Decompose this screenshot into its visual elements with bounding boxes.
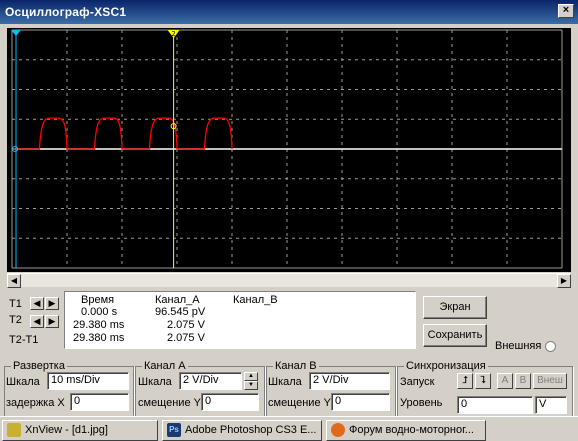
readout-header-ch-b: Канал_B <box>233 294 278 306</box>
close-button[interactable]: × <box>558 4 574 18</box>
channel-b-scale-field[interactable]: 2 V/Div <box>309 372 390 390</box>
channel-a-title: Канал А <box>142 360 188 372</box>
timebase-scale-label: Шкала <box>6 376 40 388</box>
channel-b-title: Канал В <box>273 360 319 372</box>
t1-right-button[interactable]: ▶ <box>45 297 59 310</box>
cursor-t1-label: T1 <box>9 298 22 310</box>
oscilloscope-screen[interactable]: 2 <box>7 28 571 272</box>
falling-edge-icon: ⮧ <box>480 375 486 386</box>
photoshop-icon: Ps <box>167 423 181 438</box>
channel-a-scale-field[interactable]: 2 V/Div <box>179 372 242 390</box>
channel-b-offset-field[interactable]: 0 <box>331 393 390 411</box>
taskbar-item-photoshop[interactable]: Ps Adobe Photoshop CS3 E... <box>162 420 322 441</box>
readout-header-time: Время <box>81 294 115 306</box>
save-button[interactable]: Сохранить <box>423 324 487 347</box>
cursor-t2-label: T2 <box>9 314 22 326</box>
sync-level-field[interactable]: 0 <box>457 396 533 414</box>
readout-diff-time: 29.380 ms <box>73 332 125 344</box>
sync-level-unit-field[interactable]: V <box>535 396 567 414</box>
rising-edge-icon: ⮥ <box>462 375 468 386</box>
readout-diff-ch-a: 2.075 V <box>167 332 205 344</box>
cursor-diff-label: T2-T1 <box>9 334 39 346</box>
cursor-readout: Время Канал_A Канал_B 0.000 s 96.545 pV … <box>64 291 416 349</box>
taskbar-item-firefox[interactable]: Форум водно-моторног... <box>326 420 486 441</box>
channel-a-offset-field[interactable]: 0 <box>201 393 259 411</box>
timebase-delay-field[interactable]: 0 <box>70 393 129 411</box>
readout-t2-time: 29.380 ms <box>73 319 125 331</box>
sync-title: Синхронизация <box>404 360 488 372</box>
window-titlebar: Осциллограф-XSC1 × <box>0 0 578 24</box>
scroll-right-button[interactable]: ▶ <box>557 274 571 288</box>
taskbar-item-xnview[interactable]: XnView - [d1.jpg] <box>2 420 158 441</box>
xnview-icon <box>7 423 21 438</box>
horizontal-scrollbar[interactable]: ◀ ▶ <box>7 273 571 288</box>
sync-level-label: Уровень <box>400 397 443 409</box>
timebase-title: Развертка <box>11 360 67 372</box>
channel-b-scale-label: Шкала <box>268 376 302 388</box>
sync-source-a-button[interactable]: A <box>497 373 513 389</box>
readout-t1-ch-a: 96.545 pV <box>155 306 206 318</box>
taskbar: XnView - [d1.jpg] Ps Adobe Photoshop CS3 … <box>0 416 578 441</box>
oscilloscope-grid: 2 <box>11 29 563 269</box>
scroll-left-button[interactable]: ◀ <box>7 274 21 288</box>
sync-source-ext-button[interactable]: Внеш <box>533 373 567 389</box>
readout-header-ch-a: Канал_A <box>155 294 200 306</box>
t2-left-button[interactable]: ◀ <box>30 315 44 328</box>
rising-edge-button[interactable]: ⮥ <box>457 373 473 389</box>
close-icon: × <box>562 4 570 16</box>
channel-b-offset-label: смещение Y <box>268 397 331 409</box>
timebase-scale-field[interactable]: 10 ms/Div <box>47 372 129 390</box>
taskbar-item-label: Adobe Photoshop CS3 E... <box>185 424 317 436</box>
channel-a-offset-label: смещение Y <box>138 397 201 409</box>
external-radio[interactable] <box>545 341 556 352</box>
channel-a-scale-down-button[interactable]: ▼ <box>244 381 258 390</box>
timebase-delay-label: задержка X <box>6 397 65 409</box>
cursor-t2-number: 2 <box>171 30 175 38</box>
external-label: Внешняя <box>495 340 542 352</box>
screen-button[interactable]: Экран <box>423 296 487 319</box>
readout-t1-time: 0.000 s <box>81 306 118 318</box>
taskbar-item-label: XnView - [d1.jpg] <box>25 424 108 436</box>
channel-a-scale-up-button[interactable]: ▲ <box>244 372 258 381</box>
firefox-icon <box>331 423 345 438</box>
sync-trigger-label: Запуск <box>400 376 435 388</box>
t1-left-button[interactable]: ◀ <box>30 297 44 310</box>
taskbar-item-label: Форум водно-моторног... <box>349 424 474 436</box>
window-title: Осциллограф-XSC1 <box>5 5 127 19</box>
falling-edge-button[interactable]: ⮧ <box>475 373 491 389</box>
sync-source-b-button[interactable]: B <box>515 373 531 389</box>
t2-right-button[interactable]: ▶ <box>45 315 59 328</box>
channel-a-scale-label: Шкала <box>138 376 172 388</box>
readout-t2-ch-a: 2.075 V <box>167 319 205 331</box>
